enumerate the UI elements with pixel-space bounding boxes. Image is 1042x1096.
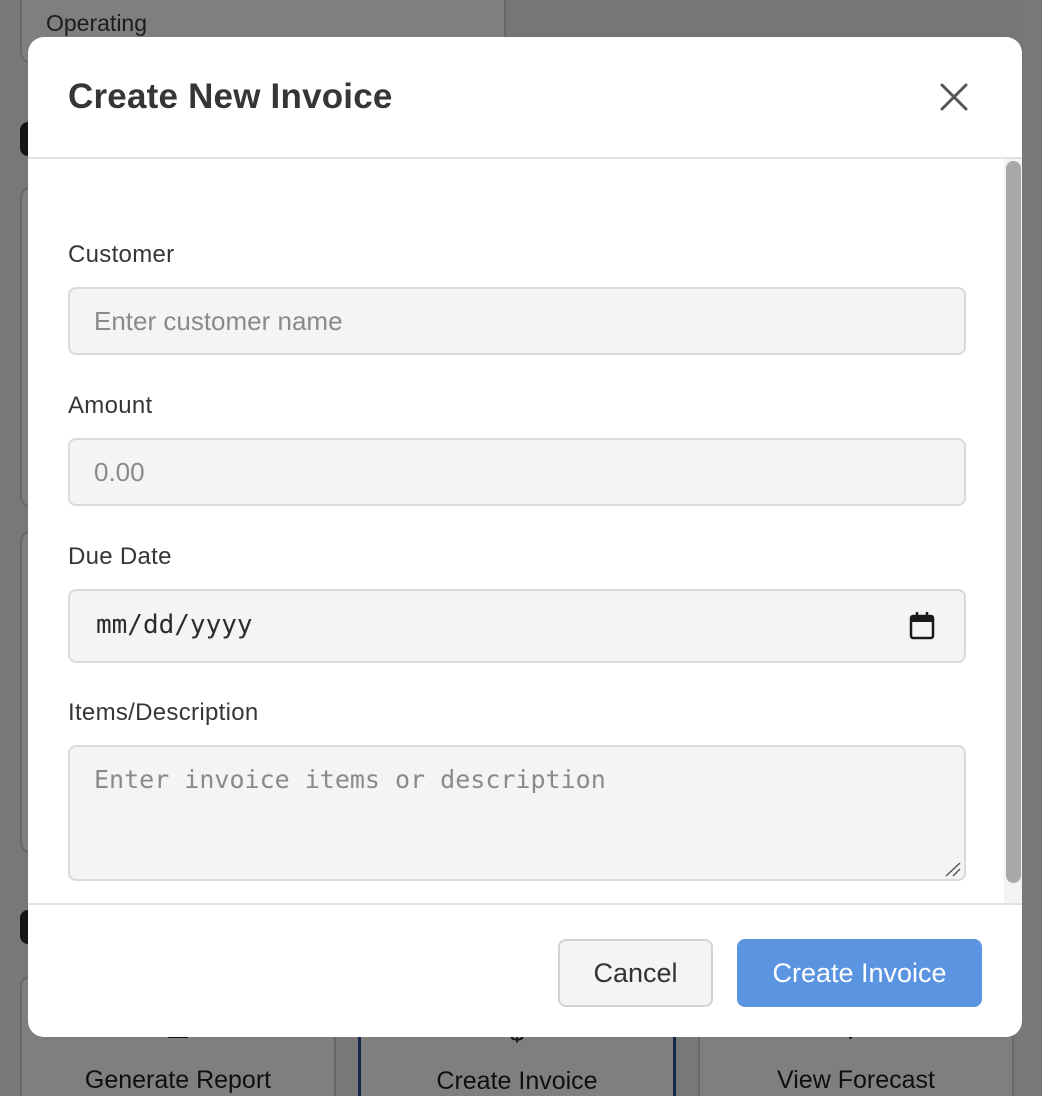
- calendar-icon[interactable]: [908, 611, 936, 641]
- modal-body: Customer Amount Due Date mm/dd/yyyy Item…: [28, 159, 1022, 903]
- cancel-button[interactable]: Cancel: [558, 939, 713, 1007]
- close-icon: [940, 83, 968, 111]
- due-date-label: Due Date: [68, 543, 172, 570]
- create-invoice-button[interactable]: Create Invoice: [737, 939, 982, 1007]
- modal-header: Create New Invoice: [28, 37, 1022, 159]
- due-date-placeholder: mm/dd/yyyy: [96, 610, 253, 640]
- create-invoice-modal: Create New Invoice Customer Amount Due D…: [28, 37, 1022, 1037]
- items-description-label: Items/Description: [68, 699, 259, 726]
- close-button[interactable]: [934, 81, 974, 115]
- amount-input[interactable]: [68, 438, 966, 506]
- modal-footer: Cancel Create Invoice: [28, 903, 1022, 1037]
- resize-handle-icon[interactable]: [944, 861, 962, 877]
- due-date-input[interactable]: mm/dd/yyyy: [68, 589, 966, 663]
- customer-input[interactable]: [68, 287, 966, 355]
- customer-label: Customer: [68, 241, 175, 268]
- modal-title: Create New Invoice: [68, 77, 393, 116]
- scrollbar-thumb[interactable]: [1006, 161, 1021, 883]
- amount-label: Amount: [68, 392, 153, 419]
- items-description-textarea[interactable]: [68, 745, 966, 881]
